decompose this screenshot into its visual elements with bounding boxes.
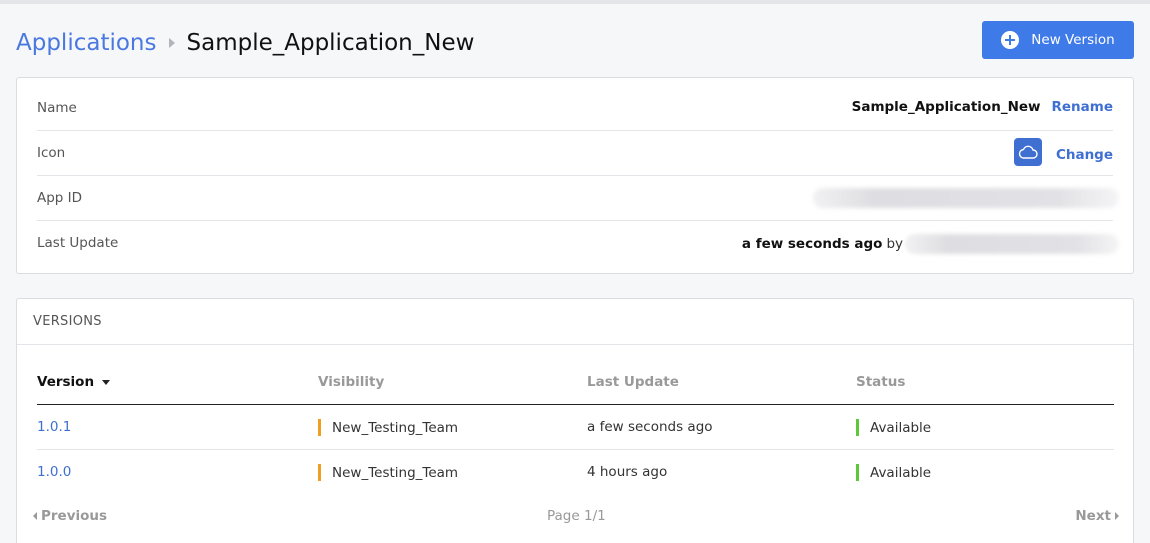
last-update-by: by <box>886 236 903 252</box>
visibility-indicator <box>318 464 321 481</box>
last-update-cell: a few seconds ago <box>587 419 713 435</box>
breadcrumb-applications-link[interactable]: Applications <box>16 30 157 56</box>
last-update-value: a few seconds ago <box>741 236 883 252</box>
last-update-value-group: a few seconds ago by <box>742 234 1119 254</box>
table-row: 1.0.0 New_Testing_Team 4 hours ago Avail… <box>37 450 1114 495</box>
sort-down-icon <box>102 379 111 385</box>
redacted-user <box>905 234 1119 254</box>
versions-table: Version Visibility Last Update Status 1.… <box>37 361 1114 495</box>
previous-page-button[interactable]: Previous <box>33 508 107 524</box>
info-row-last-update: Last Update a few seconds ago by <box>37 221 1119 266</box>
page-header: Applications Sample_Application_New New … <box>16 20 1134 60</box>
column-header-status[interactable]: Status <box>856 374 905 390</box>
pagination: Previous Page 1/1 Next <box>33 508 1119 528</box>
name-label: Name <box>37 100 77 116</box>
status-indicator <box>856 464 859 481</box>
column-header-version[interactable]: Version <box>37 374 111 390</box>
info-row-name: Name Sample_Application_New Rename <box>37 86 1113 131</box>
column-header-visibility[interactable]: Visibility <box>318 374 384 390</box>
version-link[interactable]: 1.0.1 <box>37 419 71 435</box>
table-header-row: Version Visibility Last Update Status <box>37 361 1114 405</box>
change-icon-link[interactable]: Change <box>1056 147 1113 163</box>
next-page-button[interactable]: Next <box>1075 508 1119 524</box>
icon-value-group: Change <box>1013 138 1113 166</box>
status-cell: Available <box>856 464 931 481</box>
cloud-icon <box>1013 138 1042 166</box>
last-update-cell: 4 hours ago <box>587 464 668 480</box>
name-value-group: Sample_Application_New Rename <box>852 99 1113 115</box>
versions-header: VERSIONS <box>17 299 1133 345</box>
caret-left-icon <box>33 512 37 520</box>
new-version-button[interactable]: New Version <box>982 21 1134 59</box>
page-title: Sample_Application_New <box>186 30 475 56</box>
versions-title: VERSIONS <box>33 314 102 329</box>
visibility-cell: New_Testing_Team <box>318 464 458 481</box>
plus-circle-icon <box>1001 31 1020 49</box>
app-id-value-redacted <box>813 188 1119 208</box>
status-cell: Available <box>856 419 931 436</box>
last-update-label: Last Update <box>37 235 119 251</box>
visibility-indicator <box>318 419 321 436</box>
breadcrumb: Applications Sample_Application_New <box>16 30 474 56</box>
versions-card: VERSIONS Version Visibility Last Update … <box>16 298 1134 543</box>
table-row: 1.0.1 New_Testing_Team a few seconds ago… <box>37 405 1114 450</box>
application-info-card: Name Sample_Application_New Rename Icon … <box>16 77 1134 274</box>
redacted-app-id <box>813 188 1119 208</box>
visibility-cell: New_Testing_Team <box>318 419 458 436</box>
app-id-label: App ID <box>37 190 83 206</box>
caret-right-icon <box>1115 512 1119 520</box>
column-header-last-update[interactable]: Last Update <box>587 374 679 390</box>
new-version-label: New Version <box>1031 32 1115 48</box>
name-value: Sample_Application_New <box>851 99 1041 115</box>
rename-link[interactable]: Rename <box>1052 99 1114 115</box>
icon-label: Icon <box>37 145 66 161</box>
info-row-app-id: App ID <box>37 176 1119 221</box>
info-row-icon: Icon Change <box>37 131 1113 176</box>
status-indicator <box>856 419 859 436</box>
version-link[interactable]: 1.0.0 <box>37 464 71 480</box>
top-divider <box>0 0 1150 4</box>
chevron-right-icon <box>168 38 175 48</box>
page-indicator: Page 1/1 <box>547 508 606 524</box>
